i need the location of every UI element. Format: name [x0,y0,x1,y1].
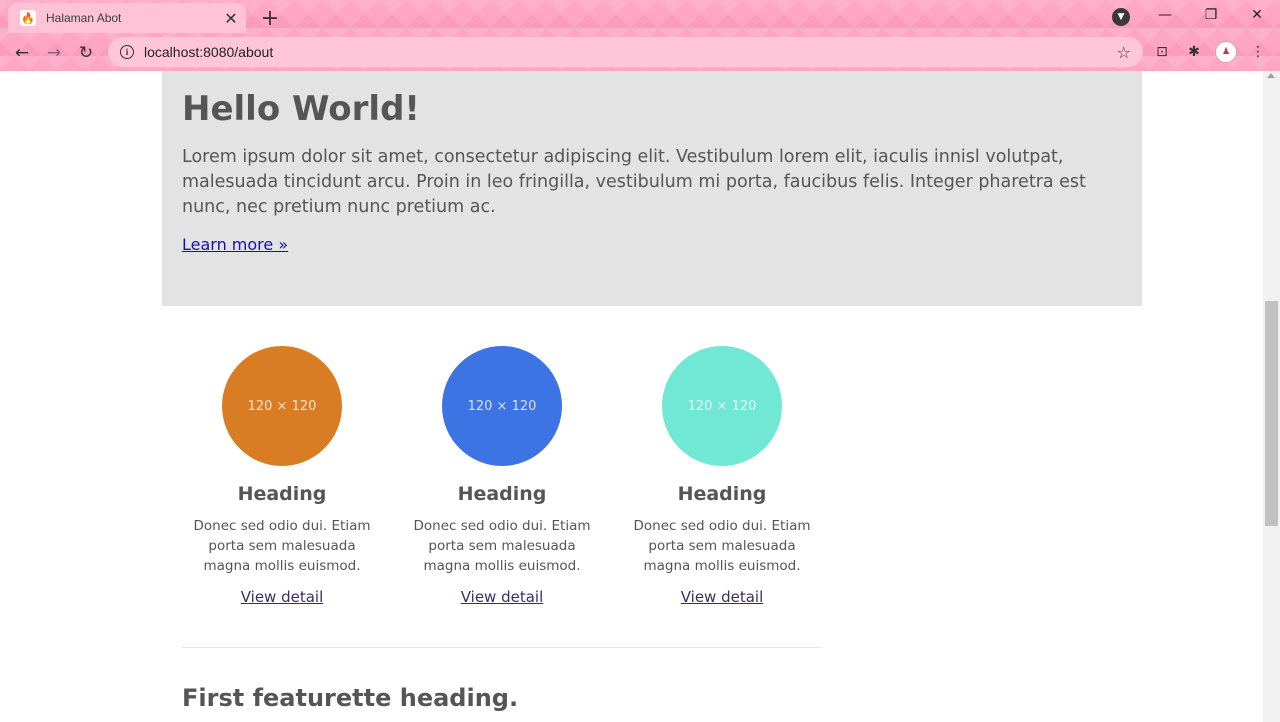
learn-more-link[interactable]: Learn more » [182,235,288,254]
reload-icon[interactable]: ↻ [74,41,98,65]
window-close-icon[interactable]: ✕ [1242,4,1272,26]
jumbotron-text: Lorem ipsum dolor sit amet, consectetur … [182,147,1086,217]
puzzle-icon[interactable]: ✱ [1184,42,1204,62]
flame-icon: 🔥 [20,10,36,26]
scroll-thumb[interactable] [1265,301,1278,526]
close-icon[interactable]: ✕ [222,9,240,28]
back-arrow-icon[interactable]: ← [10,41,34,65]
view-detail-link[interactable]: View detail [461,588,544,606]
page-title: Hello World! [182,89,420,129]
minimize-icon[interactable]: — [1150,4,1180,26]
forward-arrow-icon[interactable]: → [42,41,66,65]
url-text[interactable]: localhost:8080/about [144,44,1117,60]
address-bar[interactable]: i localhost:8080/about ☆ [108,37,1143,67]
divider [182,647,822,648]
star-icon[interactable]: ☆ [1117,43,1131,62]
plus-icon[interactable]: + [258,6,282,31]
feature-text: Donec sed odio dui. Etiam porta sem male… [413,518,591,574]
placeholder-image: 120 × 120 [222,346,342,466]
browser-toolbar: ← → ↻ i localhost:8080/about ☆ ⊡ ✱ ♟ ⋮ [0,33,1280,71]
kebab-menu-icon[interactable]: ⋮ [1248,42,1268,62]
featurette-heading: First featurette heading. [182,684,519,712]
feature-column: 120 × 120 Heading Donec sed odio dui. Et… [402,346,602,606]
avatar[interactable]: ♟ [1215,41,1237,63]
feature-column: 120 × 120 Heading Donec sed odio dui. Et… [182,346,382,606]
feature-text: Donec sed odio dui. Etiam porta sem male… [633,518,811,574]
feature-heading: Heading [677,483,767,505]
browser-chrome: 🔥 Halaman Abot ✕ + ▼ — ❐ ✕ ← → ↻ i local… [0,0,1280,71]
tab-title: Halaman Abot [46,11,122,25]
feature-heading: Heading [237,483,327,505]
browser-tab[interactable]: 🔥 Halaman Abot ✕ [8,3,246,33]
view-detail-link[interactable]: View detail [681,588,764,606]
feature-heading: Heading [457,483,547,505]
pocket-icon[interactable]: ⊡ [1152,42,1172,62]
placeholder-label: 120 × 120 [467,398,537,414]
info-icon[interactable]: i [120,45,134,59]
scroll-up-arrow-icon[interactable] [1267,73,1275,78]
view-detail-link[interactable]: View detail [241,588,324,606]
page-content: Hello World! Lorem ipsum dolor sit amet,… [0,71,1263,722]
page-scrollbar[interactable] [1263,71,1280,722]
restore-icon[interactable]: ❐ [1196,4,1226,26]
jumbotron: Hello World! Lorem ipsum dolor sit amet,… [162,71,1142,306]
placeholder-image: 120 × 120 [442,346,562,466]
chevron-down-icon[interactable]: ▼ [1112,8,1130,26]
placeholder-image: 120 × 120 [662,346,782,466]
feature-text: Donec sed odio dui. Etiam porta sem male… [193,518,371,574]
placeholder-label: 120 × 120 [687,398,757,414]
placeholder-label: 120 × 120 [247,398,317,414]
feature-column: 120 × 120 Heading Donec sed odio dui. Et… [622,346,822,606]
